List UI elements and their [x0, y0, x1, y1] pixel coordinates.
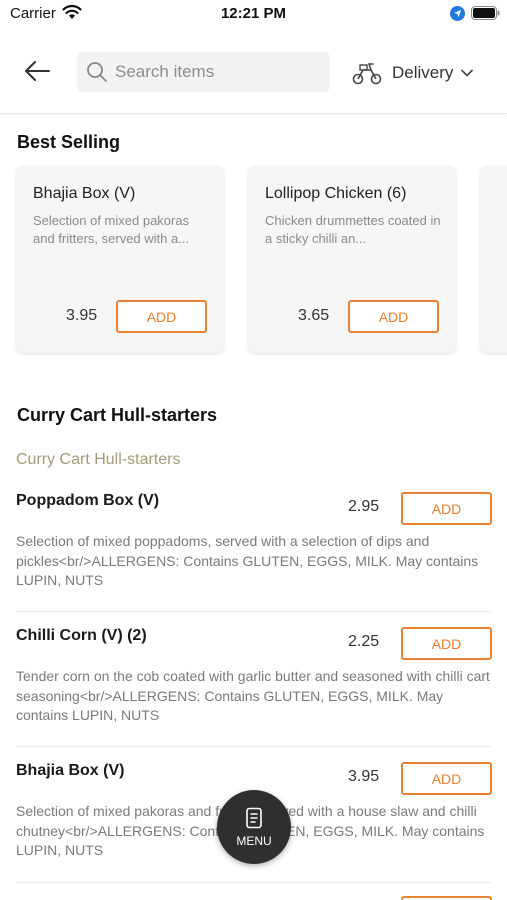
menu-item-name: Poppadom Box (V)	[16, 492, 160, 509]
category-section-title: Curry Cart Hull-starters	[17, 405, 218, 425]
card-item-price: 3.95	[66, 307, 98, 324]
app-header: Delivery	[0, 30, 507, 114]
add-button[interactable]: ADD	[401, 492, 492, 525]
menu-item-description: Selection of mixed poppadoms, served wit…	[16, 533, 479, 588]
menu-button[interactable]: MENU	[217, 790, 291, 864]
add-button[interactable]: ADD	[401, 762, 492, 795]
card-item-price: 3.65	[298, 307, 330, 324]
card-item-name: Lollipop Chicken (6)	[265, 185, 407, 202]
divider	[16, 611, 491, 612]
best-selling-title: Best Selling	[17, 132, 121, 152]
divider	[16, 882, 491, 883]
back-button[interactable]	[20, 54, 54, 88]
add-button[interactable]: ADD	[116, 300, 207, 333]
card-item-description: Chicken drummettes coated in a sticky ch…	[265, 213, 441, 246]
card-item-name: Bhajia Box (V)	[33, 185, 136, 202]
search-input[interactable]	[115, 62, 315, 82]
best-selling-card[interactable]: Bhajia Box (V) Selection of mixed pakora…	[16, 166, 224, 353]
scooter-icon	[352, 63, 382, 85]
card-item-description: Selection of mixed pakoras and fritters,…	[33, 213, 190, 246]
search-box[interactable]	[77, 52, 330, 92]
delivery-selector[interactable]: Delivery	[352, 58, 474, 88]
menu-item-description: Tender corn on the cob coated with garli…	[16, 668, 490, 723]
best-selling-card-partial[interactable]	[480, 166, 507, 353]
best-selling-card[interactable]: Lollipop Chicken (6) Chicken drummettes …	[248, 166, 456, 353]
menu-item-name: Bhajia Box (V)	[16, 762, 125, 779]
menu-item-price: 2.25	[348, 633, 380, 650]
menu-item-name: Chilli Corn (V) (2)	[16, 627, 147, 644]
battery-icon	[471, 6, 500, 20]
search-icon	[87, 62, 107, 82]
add-button-partial[interactable]	[401, 896, 492, 900]
divider	[16, 746, 491, 747]
menu-button-label: MENU	[236, 833, 272, 848]
category-label: Curry Cart Hull-starters	[16, 451, 181, 468]
menu-item-price: 3.95	[348, 768, 380, 785]
status-bar: Carrier 12:21 PM	[0, 0, 507, 30]
menu-item-price: 2.95	[348, 498, 380, 515]
chevron-down-icon	[461, 69, 474, 77]
menu-book-icon	[246, 807, 262, 828]
location-icon	[450, 6, 465, 21]
status-time: 12:21 PM	[220, 5, 287, 22]
back-arrow-icon	[25, 61, 50, 81]
add-button[interactable]: ADD	[401, 627, 492, 660]
delivery-label: Delivery	[392, 63, 454, 82]
add-button[interactable]: ADD	[348, 300, 439, 333]
